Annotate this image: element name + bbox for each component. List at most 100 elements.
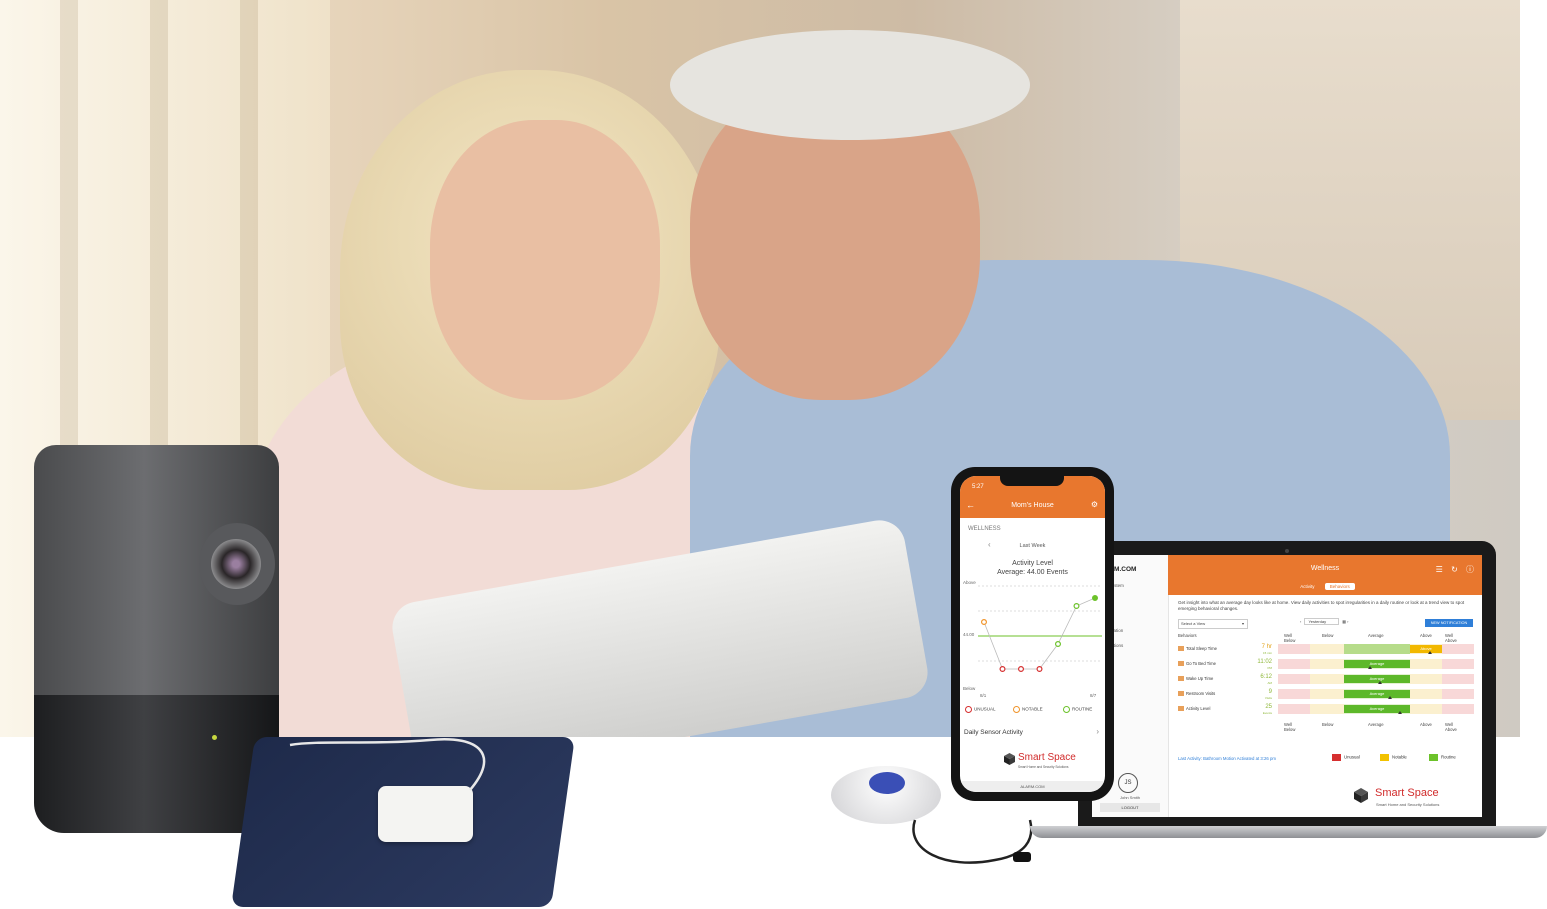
- x-end-label: 8/7: [1090, 693, 1097, 698]
- col-below-foot: Below: [1322, 722, 1334, 727]
- marker-icon: [1368, 666, 1372, 669]
- axis-below-label: Below: [963, 686, 976, 691]
- status-bar: Average: [1344, 675, 1410, 683]
- data-point[interactable]: [1017, 665, 1024, 672]
- data-point[interactable]: [999, 665, 1006, 672]
- seg-well-above: [1442, 659, 1474, 669]
- seg-below: [1310, 674, 1344, 684]
- col-well-below-foot: Well Below: [1284, 722, 1296, 732]
- settings-icon[interactable]: ⚙: [1091, 500, 1098, 509]
- laptop-screen: ALARM.COM d's System me llness nformatio…: [1092, 555, 1482, 817]
- chevron-right-icon[interactable]: ›: [1096, 727, 1099, 736]
- smart-space-tagline: Smart Home and Security Solutions: [1018, 765, 1069, 769]
- next-arrow-icon: ›: [1347, 619, 1349, 624]
- seg-above: [1410, 704, 1442, 714]
- tab-behaviors[interactable]: Behaviors: [1324, 583, 1355, 590]
- date-picker[interactable]: ‹ Yesterday ▦ ›: [1300, 618, 1349, 625]
- behavior-icon: [1178, 646, 1184, 651]
- marker-icon: [1378, 681, 1382, 684]
- daily-sensor-activity-link[interactable]: Daily Sensor Activity: [964, 729, 1023, 736]
- help-icon[interactable]: ⓘ: [1466, 565, 1474, 574]
- behavior-value: 6:12: [1260, 674, 1272, 680]
- data-point[interactable]: [1054, 640, 1061, 647]
- key-unusual: Unusual: [1332, 754, 1360, 761]
- chevron-down-icon: ▾: [1241, 621, 1244, 626]
- last-activity-text[interactable]: Last Activity: Bathroom Motion Activated…: [1178, 756, 1276, 761]
- seg-below: [1310, 704, 1344, 714]
- smart-space-brand: Smart Space: [1018, 752, 1076, 763]
- behavior-name: Total Sleep Time: [1186, 646, 1217, 651]
- behavior-value: 11:02: [1257, 659, 1272, 665]
- seg-well-above: [1442, 689, 1474, 699]
- alarm-footer: ALARM.COM: [960, 781, 1105, 792]
- behavior-value: 7 hr: [1261, 644, 1272, 650]
- smart-space-logo-icon: [1004, 753, 1015, 765]
- behavior-icon: [1178, 661, 1184, 666]
- phone-header: 5:27 ← Mom's House ⚙: [960, 476, 1105, 518]
- seg-well-below: [1278, 674, 1310, 684]
- col-behaviors: Behaviors: [1178, 633, 1197, 638]
- metric-average: Average: 44.00 Events: [997, 569, 1068, 576]
- col-average: Average: [1368, 633, 1384, 638]
- seg-well-above: [1442, 644, 1474, 654]
- seg-below: [1310, 644, 1344, 654]
- seg-well-below: [1278, 704, 1310, 714]
- col-well-below: Well Below: [1284, 633, 1296, 643]
- seg-well-above: [1442, 704, 1474, 714]
- wellness-header: Wellness ☰ ↻ ⓘ Activity Behaviors: [1168, 555, 1482, 595]
- pendant-button: [869, 772, 905, 794]
- table-row[interactable]: Total Sleep Time 7 hr 15 min Above: [1178, 643, 1474, 655]
- new-notification-button[interactable]: NEW NOTIFICATION: [1425, 619, 1473, 627]
- woman-face: [430, 120, 660, 400]
- section-label: WELLNESS: [968, 526, 1001, 532]
- behavior-unit: Events: [1262, 711, 1272, 715]
- behavior-name: Wake Up Time: [1186, 676, 1214, 681]
- key-notable: Notable: [1380, 754, 1407, 761]
- axis-mid-label: 44.00: [963, 632, 975, 637]
- laptop-device: ALARM.COM d's System me llness nformatio…: [1078, 541, 1496, 831]
- status-bar: Above: [1410, 645, 1442, 653]
- key-routine: Routine: [1429, 754, 1456, 761]
- smart-space-tagline: Smart Home and Security Solutions: [1376, 802, 1440, 807]
- behavior-icon: [1178, 691, 1184, 696]
- table-row[interactable]: Activity Level 25 Events Average: [1178, 703, 1474, 715]
- data-point[interactable]: [1073, 603, 1080, 610]
- avatar[interactable]: JS: [1118, 773, 1138, 793]
- logout-button[interactable]: LOGOUT: [1100, 803, 1160, 812]
- seg-well-above: [1442, 674, 1474, 684]
- col-well-above-foot: Well Above: [1445, 722, 1457, 732]
- seg-well-below: [1278, 644, 1310, 654]
- status-time: 5:27: [972, 484, 984, 490]
- behavior-icon: [1178, 706, 1184, 711]
- status-led: [212, 735, 217, 740]
- legend-unusual: UNUSUAL: [965, 706, 996, 713]
- data-point[interactable]: [980, 618, 988, 625]
- sensor-cable: [289, 738, 486, 791]
- phone-screen: 5:27 ← Mom's House ⚙ WELLNESS ‹ Last Wee…: [960, 476, 1105, 792]
- tab-activity[interactable]: Activity: [1295, 583, 1319, 590]
- x-start-label: 8/1: [980, 693, 987, 698]
- data-point[interactable]: [1036, 665, 1043, 672]
- behavior-icon: [1178, 676, 1184, 681]
- table-row[interactable]: Go To Bed Time 11:02 PM Average: [1178, 658, 1474, 670]
- pendant-lanyard: [912, 819, 1033, 864]
- table-row[interactable]: Wake Up Time 6:12 AM Average: [1178, 673, 1474, 685]
- period-label: Last Week: [1019, 543, 1046, 549]
- data-point[interactable]: [1091, 595, 1098, 602]
- filter-icon[interactable]: ☰: [1436, 565, 1443, 574]
- metric-title: Activity Level: [1012, 560, 1053, 567]
- refresh-icon[interactable]: ↻: [1451, 565, 1458, 574]
- calendar-icon: ▦: [1342, 619, 1347, 624]
- table-row[interactable]: Restroom Visits 9 Visits Average: [1178, 688, 1474, 700]
- behavior-name: Restroom Visits: [1186, 691, 1216, 696]
- col-above: Above: [1420, 633, 1432, 638]
- behavior-unit: AM: [1267, 681, 1273, 685]
- seg-below: [1310, 659, 1344, 669]
- legend-routine: ROUTINE: [1063, 706, 1092, 713]
- behavior-value: 25: [1265, 704, 1272, 710]
- select-view-dropdown[interactable]: Select a View ▾: [1178, 619, 1248, 629]
- laptop-base: [1030, 826, 1547, 838]
- marker-icon: [1398, 711, 1402, 714]
- smart-hub-camera: [34, 445, 279, 833]
- seg-above: [1410, 674, 1442, 684]
